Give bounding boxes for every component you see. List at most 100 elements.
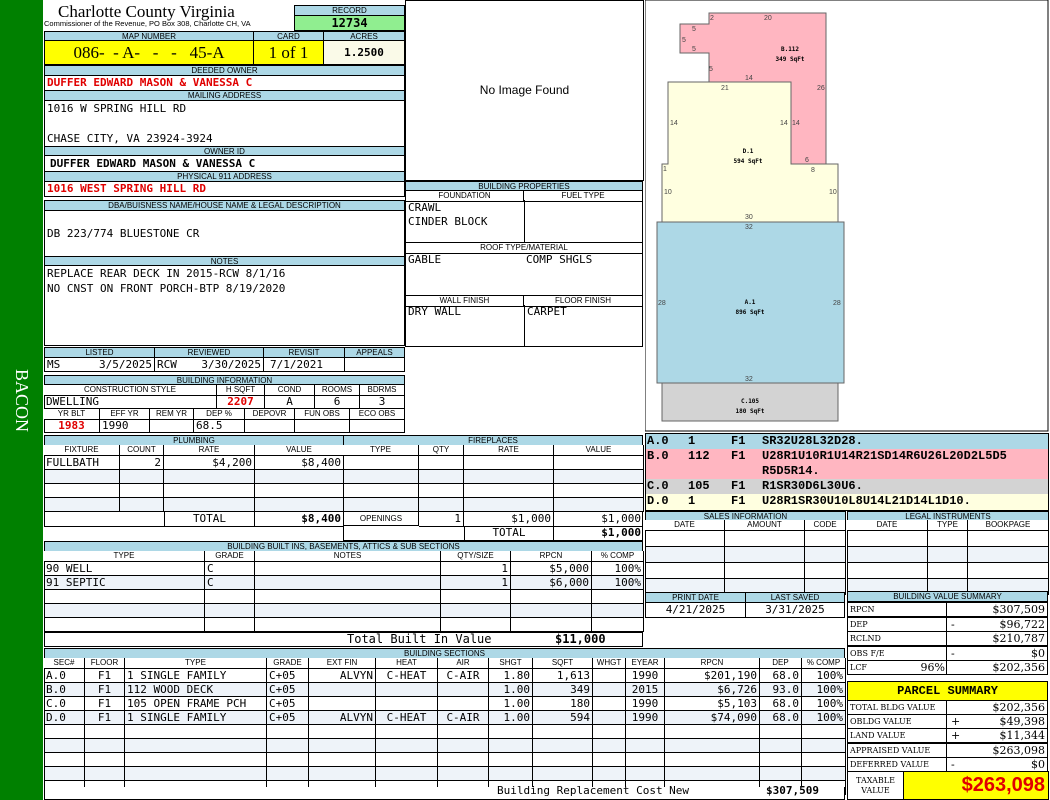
- sections-cell: C-AIR: [438, 711, 489, 725]
- sections-cell: F1: [85, 683, 125, 697]
- svg-text:14: 14: [780, 120, 788, 127]
- legal-col-header: BOOKPAGE: [968, 520, 1048, 531]
- svg-text:1: 1: [663, 166, 667, 173]
- parcel-summary-sign: +: [951, 729, 961, 743]
- roof-material: COMP SHGLS: [526, 253, 593, 266]
- value-summary-value: $0: [1031, 646, 1045, 660]
- sales-cell: [805, 531, 845, 547]
- sections-cell: 68.0: [760, 697, 802, 711]
- svg-text:20: 20: [764, 15, 772, 22]
- last-saved: 3/31/2025: [745, 602, 845, 618]
- svg-text:21: 21: [721, 85, 729, 92]
- svg-text:10: 10: [829, 189, 837, 196]
- value-summary-value: $210,787: [992, 632, 1046, 645]
- parcel-summary-label: APPRAISED VALUE: [850, 745, 931, 755]
- roof-type: GABLE: [408, 253, 442, 266]
- sketch-floor: F1: [731, 449, 746, 463]
- appeals-value: [344, 357, 405, 372]
- svg-text:28: 28: [833, 300, 841, 307]
- openings-value: $1,000: [464, 512, 554, 527]
- builtins-cell: [441, 590, 511, 604]
- sections-cell: 1,613: [533, 669, 593, 683]
- sections-cell: [593, 669, 626, 683]
- value-summary-row: OBS F/E - $0: [847, 645, 1048, 661]
- sections-cell: 100%: [816, 683, 844, 696]
- value-summary-row: LCF 96% $202,356: [847, 660, 1048, 675]
- sales-cell: [725, 531, 805, 547]
- fireplaces-col-header: TYPE: [343, 445, 419, 456]
- sections-col-header: SEC#: [44, 658, 85, 669]
- sections-cell: [309, 683, 376, 697]
- building-sketch: 2 205555142621 14 14 1468110 10303228 2832 B.…: [645, 0, 1049, 432]
- sections-cell: [593, 711, 626, 725]
- sketch-num: 1: [688, 434, 696, 448]
- sections-cell: 1.00: [489, 683, 533, 697]
- sections-cell: 1.80: [489, 669, 533, 683]
- sections-cell: $201,190: [665, 669, 760, 683]
- sections-cell: [438, 725, 489, 739]
- sales-cell: [645, 563, 725, 579]
- sketch-codes: A.0 1 F1 SR32U28L32D28. B.0 112 F1 U28R1U10R1U…: [645, 433, 1049, 511]
- parcel-summary-label: DEFERRED VALUE: [850, 759, 929, 769]
- sections-cell: ALVYN: [309, 711, 376, 725]
- building-info-value: [350, 419, 405, 433]
- plumbing-cell: [164, 498, 255, 512]
- fireplaces-cell: [464, 470, 554, 484]
- value-summary-label: OBS F/E: [850, 648, 885, 658]
- sales-cell: [725, 547, 805, 563]
- sections-cell: [85, 725, 125, 739]
- builtins-cell: [205, 604, 255, 618]
- sections-cell: 1990: [626, 711, 665, 725]
- fireplaces-cell: [554, 470, 643, 484]
- sections-cell: [44, 739, 85, 753]
- value-summary-row: RCLND $210,787: [847, 631, 1048, 646]
- sketch-label: A.1: [745, 299, 756, 306]
- sketch-sqft: 349 SqFt: [776, 56, 805, 63]
- plumbing-cell: [44, 470, 120, 484]
- legal-col-header: TYPE: [928, 520, 968, 531]
- svg-text:5: 5: [709, 66, 713, 73]
- sections-cell: [760, 739, 802, 753]
- legal-cell: [968, 531, 1048, 547]
- sections-cell: 100%: [816, 711, 844, 724]
- building-info-value: 2207: [217, 395, 265, 409]
- sketch-floor: F1: [731, 479, 746, 493]
- svg-text:5: 5: [692, 46, 696, 53]
- sketch-sec: A.0: [647, 434, 669, 448]
- sections-cell: [376, 683, 438, 697]
- plumbing-cell: [120, 498, 164, 512]
- sections-cell: [626, 767, 665, 781]
- plumbing-col-header: VALUE: [255, 445, 343, 456]
- sections-cell: F1: [85, 711, 125, 725]
- sketch-code-row: B.0 112 F1 U28R1U10R1U14R21SD14R6U26L20D2L5…: [646, 449, 1048, 479]
- sketch-code-row: A.0 1 F1 SR32U28L32D28.: [646, 434, 1048, 449]
- svg-text:10: 10: [664, 189, 672, 196]
- sections-cell: [376, 725, 438, 739]
- sections-cell: C-AIR: [438, 669, 489, 683]
- sections-cell: 2015: [626, 683, 665, 697]
- value-summary-row: DEP - $96,722: [847, 616, 1048, 632]
- sections-col-header: SQFT: [533, 658, 593, 669]
- sections-col-header: RPCN: [665, 658, 760, 669]
- sections-cell: [665, 725, 760, 739]
- reviewed-date: 3/30/2025: [201, 358, 261, 371]
- fireplaces-cell: [419, 456, 464, 470]
- sketch-floor: F1: [731, 434, 746, 448]
- sketch-num: 1: [688, 494, 696, 508]
- sketch-code-row: C.0 105 F1 R1SR30D6L30U6.: [646, 479, 1048, 494]
- sections-cell: [125, 767, 267, 781]
- parcel-summary-label: LAND VALUE: [850, 731, 906, 741]
- sections-cell: 1 SINGLE FAMILY: [125, 669, 267, 683]
- sales-cell: [805, 563, 845, 579]
- print-date: 4/21/2025: [645, 602, 746, 618]
- sections-cell: [309, 753, 376, 767]
- value-summary-sign: -: [951, 646, 955, 660]
- legal-cell: [968, 547, 1048, 563]
- sections-cell: B.0: [44, 683, 85, 697]
- sections-cell: [533, 739, 593, 753]
- builtins-cell: [441, 618, 511, 632]
- sketch-num: 105: [688, 479, 710, 493]
- fireplaces-cell: [343, 498, 419, 512]
- sections-cell: 100%: [816, 697, 844, 710]
- sections-cell: 594: [533, 711, 593, 725]
